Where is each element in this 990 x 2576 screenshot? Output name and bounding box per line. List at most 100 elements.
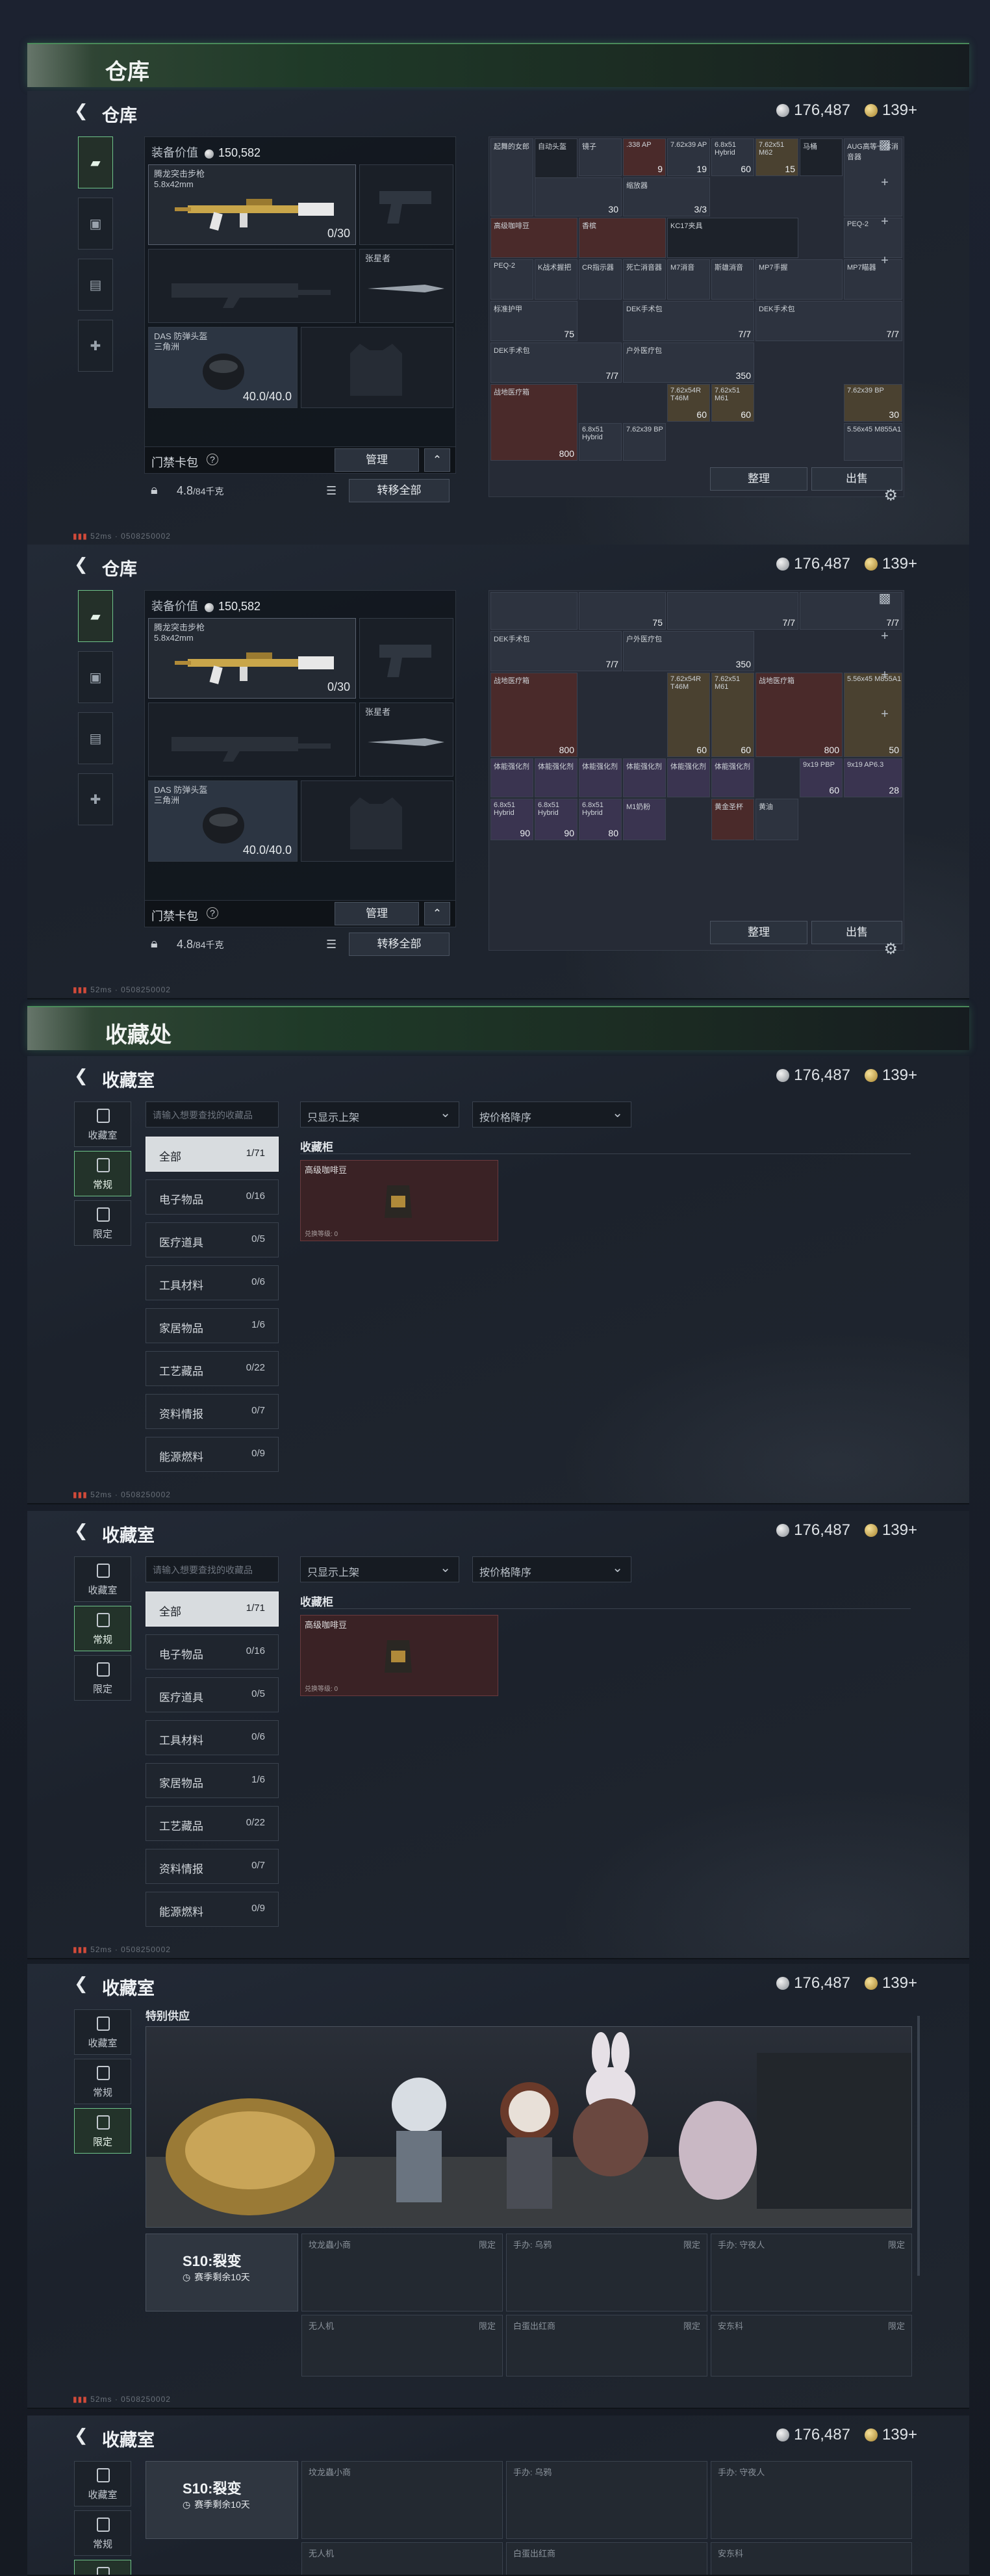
- limited-item-tile[interactable]: 无人机 限定: [301, 2315, 503, 2376]
- category-item[interactable]: 能源燃料 0/9: [146, 1437, 279, 1472]
- add-icon[interactable]: +: [872, 175, 898, 214]
- transfer-all-button[interactable]: 转移全部: [349, 479, 450, 502]
- grid-item[interactable]: KC17夹具: [667, 218, 798, 258]
- grid-item[interactable]: 7.62x51 M61 60: [711, 384, 754, 422]
- grid-item[interactable]: 9x19 PBP 60: [800, 758, 843, 797]
- safe-box-icon[interactable]: ▩: [872, 590, 898, 629]
- grid-item[interactable]: 标准护甲 75: [490, 301, 578, 341]
- sort-dropdown[interactable]: 按价格降序: [472, 1101, 631, 1127]
- gold-currency[interactable]: 139+: [864, 2426, 917, 2444]
- gold-currency[interactable]: 139+: [864, 1521, 917, 1539]
- back-arrow-icon[interactable]: ❮: [74, 1066, 90, 1085]
- limited-item-tile[interactable]: 手办: 乌鸦: [506, 2461, 707, 2539]
- melee-slot[interactable]: 张星者: [359, 702, 453, 777]
- grid-item[interactable]: 香槟: [579, 218, 666, 258]
- grid-item[interactable]: DEK手术包 7/7: [755, 301, 902, 341]
- grid-item[interactable]: PEQ-2: [490, 259, 533, 300]
- grid-item[interactable]: 体能强化剂: [623, 758, 666, 797]
- grid-item[interactable]: DEK手术包 7/7: [490, 631, 622, 671]
- back-arrow-icon[interactable]: ❮: [74, 1521, 90, 1539]
- tab-armor[interactable]: ▣: [78, 651, 113, 703]
- category-item[interactable]: 工艺藏品 0/22: [146, 1806, 279, 1841]
- manage-button[interactable]: 管理: [335, 448, 419, 472]
- transfer-all-button[interactable]: 转移全部: [349, 933, 450, 956]
- grid-item[interactable]: 5.56x45 M855A1: [844, 423, 902, 461]
- grid-item[interactable]: 7.62x39 AP 19: [667, 138, 710, 176]
- grid-item[interactable]: M7消音: [667, 259, 710, 300]
- secondary-weapon-slot[interactable]: [148, 702, 356, 777]
- manage-button[interactable]: 管理: [335, 902, 419, 925]
- limited-item-tile[interactable]: 坟龙蟲小商: [301, 2461, 503, 2539]
- grid-item[interactable]: K战术握把: [535, 259, 578, 300]
- grid-item[interactable]: 死亡消音器: [623, 259, 666, 300]
- grid-item[interactable]: 6.8x51 Hybrid: [579, 423, 622, 461]
- add-icon[interactable]: +: [872, 253, 898, 292]
- category-item[interactable]: 工具材料 0/6: [146, 1720, 279, 1755]
- list-icon[interactable]: ☰: [326, 484, 336, 498]
- search-input[interactable]: 请输入想要查找的收藏品: [146, 1101, 279, 1127]
- tab-collection-room[interactable]: 收藏室: [74, 1101, 131, 1147]
- tab-regular[interactable]: 常规: [74, 2059, 131, 2104]
- sort-dropdown[interactable]: 按价格降序: [472, 1556, 631, 1582]
- grid-item[interactable]: M1奶粉: [623, 799, 666, 840]
- add-icon[interactable]: +: [872, 629, 898, 668]
- add-icon[interactable]: +: [872, 214, 898, 253]
- grid-item[interactable]: 体能强化剂: [535, 758, 578, 797]
- sort-button[interactable]: 整理: [710, 467, 807, 491]
- tab-regular[interactable]: 常规: [74, 1151, 131, 1196]
- back-arrow-icon[interactable]: ❮: [74, 2426, 90, 2444]
- category-item[interactable]: 医疗道具 0/5: [146, 1677, 279, 1712]
- grid-item[interactable]: 缩放器 3/3: [623, 177, 710, 216]
- category-item[interactable]: 全部 1/71: [146, 1137, 279, 1172]
- grid-item[interactable]: 战地医疗箱 800: [490, 384, 578, 461]
- limited-item-tile[interactable]: 手办: 守夜人 限定: [711, 2234, 912, 2312]
- grid-item[interactable]: 6.8x51 Hybrid 60: [711, 138, 754, 176]
- grid-item[interactable]: 黄金圣杯: [711, 799, 754, 840]
- grid-item[interactable]: 6.8x51 Hybrid 90: [490, 799, 533, 840]
- limited-item-tile[interactable]: 白蛋出红商 限定: [506, 2315, 707, 2376]
- filter-dropdown[interactable]: 只显示上架: [300, 1101, 459, 1127]
- grid-item[interactable]: 7.62x54R T46M 60: [667, 673, 710, 757]
- filter-dropdown[interactable]: 只显示上架: [300, 1556, 459, 1582]
- category-item[interactable]: 电子物品 0/16: [146, 1179, 279, 1215]
- grid-item[interactable]: 斯雄消音: [711, 259, 754, 300]
- grid-item[interactable]: 体能强化剂: [490, 758, 533, 797]
- grid-item[interactable]: 7.62x51 M61 60: [711, 673, 754, 757]
- limited-item-tile[interactable]: 手办: 守夜人: [711, 2461, 912, 2539]
- primary-weapon-slot[interactable]: 腾龙突击步枪 5.8x42mm 0/30: [148, 164, 356, 245]
- scrollbar[interactable]: [917, 2016, 920, 2276]
- collection-item-card[interactable]: 高级咖啡豆 兑换等级: 0: [300, 1160, 498, 1241]
- gold-currency[interactable]: 139+: [864, 1066, 917, 1085]
- limited-item-tile[interactable]: 安东科: [711, 2542, 912, 2575]
- gold-currency[interactable]: 139+: [864, 1974, 917, 1992]
- back-arrow-icon[interactable]: ❮: [74, 1974, 90, 1992]
- search-input[interactable]: 请输入想要查找的收藏品: [146, 1556, 279, 1582]
- add-icon[interactable]: +: [872, 707, 898, 746]
- tab-limited[interactable]: 限定: [74, 1200, 131, 1246]
- gear-icon[interactable]: ⚙: [883, 486, 898, 505]
- tab-collection-room[interactable]: 收藏室: [74, 2461, 131, 2506]
- armor-slot[interactable]: [301, 780, 453, 862]
- limited-item-tile[interactable]: 坟龙蟲小商 限定: [301, 2234, 503, 2312]
- tab-medkit[interactable]: ✚: [78, 320, 113, 372]
- category-item[interactable]: 家居物品 1/6: [146, 1308, 279, 1343]
- pistol-slot[interactable]: [359, 618, 453, 699]
- expand-button[interactable]: ⌃: [424, 902, 450, 925]
- grid-item[interactable]: 7/7: [667, 592, 798, 630]
- grid-item[interactable]: 高级咖啡豆: [490, 218, 578, 258]
- limited-item-tile[interactable]: 手办: 乌鸦 限定: [506, 2234, 707, 2312]
- grid-item[interactable]: 体能强化剂: [667, 758, 710, 797]
- help-icon[interactable]: ?: [207, 454, 218, 465]
- gold-currency[interactable]: 139+: [864, 101, 917, 120]
- grid-item[interactable]: 6.8x51 Hybrid 80: [579, 799, 622, 840]
- secondary-weapon-slot[interactable]: [148, 249, 356, 323]
- tab-bag[interactable]: ▤: [78, 259, 113, 311]
- safe-box-icon[interactable]: ▩: [872, 136, 898, 175]
- grid-item[interactable]: DEK手术包 7/7: [490, 342, 622, 383]
- grid-item[interactable]: 体能强化剂: [711, 758, 754, 797]
- tab-medkit[interactable]: ✚: [78, 773, 113, 825]
- category-item[interactable]: 资料情报 0/7: [146, 1394, 279, 1429]
- melee-slot[interactable]: 张星者: [359, 249, 453, 323]
- grid-item[interactable]: 镜子: [579, 138, 622, 176]
- grid-item[interactable]: 起舞的女郎: [490, 138, 533, 216]
